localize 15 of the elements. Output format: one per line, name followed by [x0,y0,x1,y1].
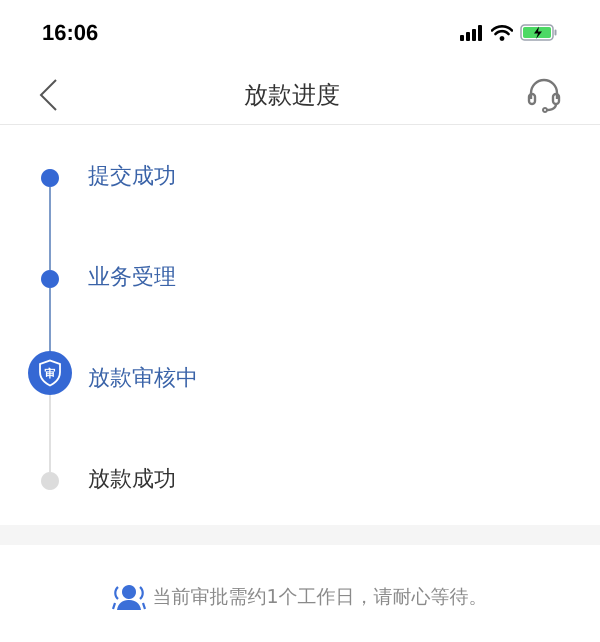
status-time: 16:06 [42,19,98,47]
shield-icon [38,359,62,387]
back-icon[interactable] [38,78,58,110]
step-label: 提交成功 [88,165,176,191]
people-icon [112,583,146,612]
notice-text: 当前审批需约1个工作日，请耐心等待。 [152,585,488,610]
step-label: 放款成功 [88,468,176,494]
step-label: 业务受理 [88,266,176,292]
wifi-icon [491,24,513,40]
step-label: 放款审核中 [88,367,198,393]
battery-icon [520,24,558,41]
headset-icon[interactable] [526,76,562,112]
page-title: 放款进度 [244,80,340,110]
badge-text: 审 [44,368,56,378]
signal-icon [460,24,484,40]
